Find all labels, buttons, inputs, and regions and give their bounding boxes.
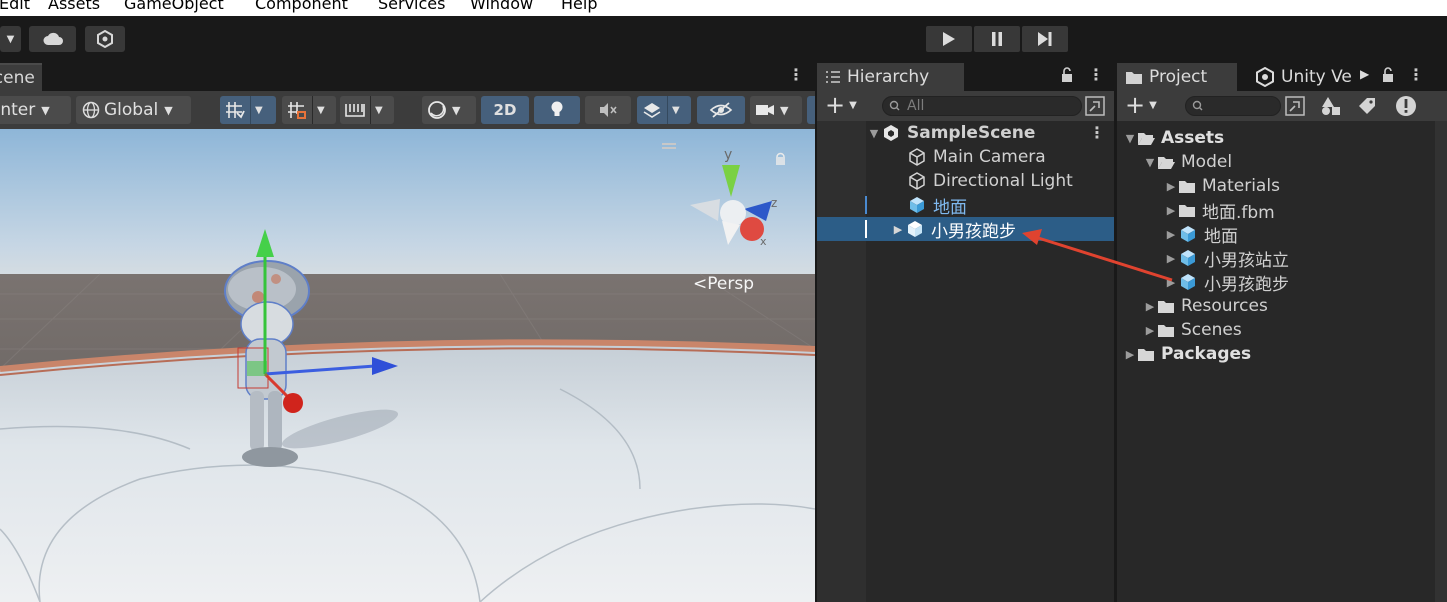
annotation-arrow	[1022, 229, 1173, 282]
